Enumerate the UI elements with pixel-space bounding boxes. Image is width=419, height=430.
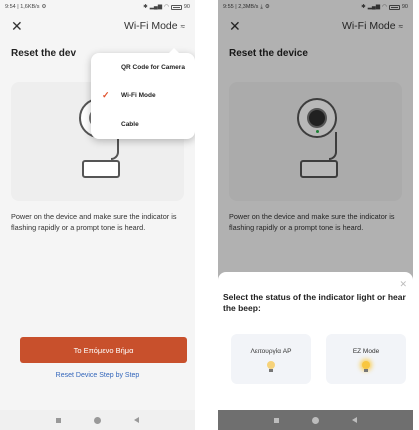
menu-item-cable[interactable]: Cable (91, 110, 195, 139)
sheet-title: Select the status of the indicator light… (223, 292, 406, 313)
status-bar: 9:54 | 1,6KB/s ⚙ ✱ ▂▄▆ ◠ 90 (0, 0, 195, 14)
phone-screen-indicator-sheet: 9:55 | 2,3MB/s ⤓ ⚙ ✱ ▂▄▆ ◠ 90 ✕ Wi-Fi Mo… (218, 0, 413, 430)
recents-icon[interactable] (274, 417, 280, 423)
settings-icon: ⚙ (41, 4, 47, 10)
recents-icon[interactable] (56, 417, 62, 423)
system-nav-bar (218, 410, 413, 430)
close-icon[interactable]: ✕ (399, 279, 407, 290)
signal-icon: ▂▄▆ (149, 4, 163, 10)
light-bulb-icon (362, 361, 370, 373)
next-step-button[interactable]: Το Επόμενο Βήμα (20, 337, 187, 363)
system-nav-bar (0, 410, 195, 430)
ez-mode-option[interactable]: EZ Mode (326, 334, 406, 384)
mode-dropdown-menu: QR Code for Camera ✓ Wi-Fi Mode Cable (91, 48, 195, 139)
wifi-mode-icon: ≈ (180, 21, 185, 31)
status-time: 9:54 | 1,6KB/s (5, 4, 40, 10)
top-nav-bar: ✕ Wi-Fi Mode ≈ (0, 14, 195, 38)
nav-title: Wi-Fi Mode (123, 20, 178, 32)
wifi-icon: ◠ (164, 4, 169, 10)
close-icon[interactable]: ✕ (11, 19, 23, 33)
bluetooth-icon: ✱ (143, 4, 148, 10)
page: 9:54 | 1,6KB/s ⚙ ✱ ▂▄▆ ◠ 90 ✕ Wi-Fi Mode… (0, 0, 419, 430)
phone-screen-wifi-dropdown: 9:54 | 1,6KB/s ⚙ ✱ ▂▄▆ ◠ 90 ✕ Wi-Fi Mode… (0, 0, 195, 430)
home-icon[interactable] (311, 416, 319, 424)
ap-mode-option[interactable]: Λειτουργία AP (231, 334, 311, 384)
mode-selector[interactable]: Wi-Fi Mode ≈ (124, 20, 185, 32)
battery-level: 90 (183, 4, 190, 10)
instruction-text: Power on the device and make sure the in… (11, 212, 177, 232)
light-bulb-icon (267, 361, 275, 373)
reset-step-by-step-link[interactable]: Reset Device Step by Step (0, 372, 195, 379)
option-label: EZ Mode (352, 348, 380, 355)
menu-item-wifi-mode[interactable]: ✓ Wi-Fi Mode (91, 82, 195, 111)
back-icon[interactable] (133, 417, 139, 423)
battery-icon (170, 4, 182, 10)
home-icon[interactable] (93, 416, 101, 424)
option-label: Λειτουργία AP (250, 348, 292, 355)
menu-item-qr-code[interactable]: QR Code for Camera (91, 53, 195, 82)
check-icon: ✓ (102, 90, 110, 101)
back-icon[interactable] (351, 417, 357, 423)
indicator-status-sheet: ✕ Select the status of the indicator lig… (218, 272, 413, 410)
